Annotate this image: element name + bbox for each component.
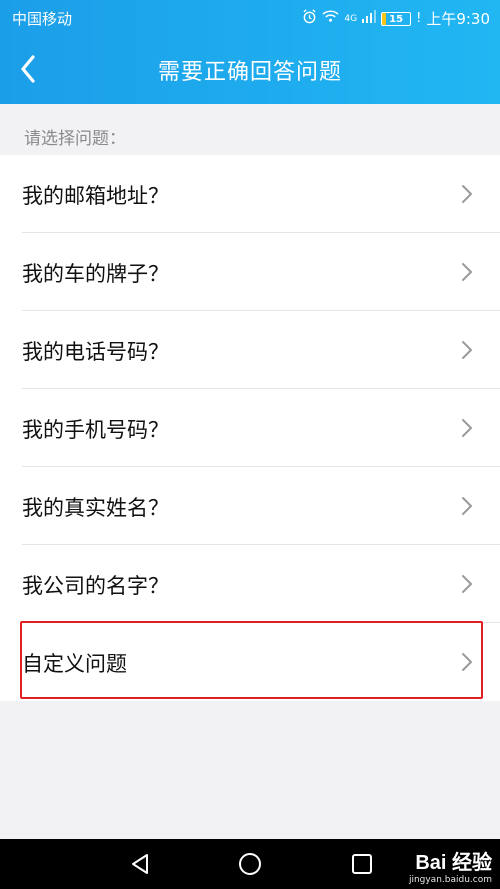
status-icons: 4G 15 ! 上午9:30 [302, 8, 490, 29]
alarm-icon [302, 8, 317, 29]
question-item-company[interactable]: 我公司的名字？ [22, 545, 500, 623]
page-title: 需要正确回答问题 [157, 60, 342, 85]
question-item-phone[interactable]: 我的电话号码？ [22, 311, 500, 389]
question-label: 我的邮箱地址？ [22, 184, 169, 208]
home-circle-icon[interactable] [238, 852, 262, 876]
chevron-right-icon [462, 185, 472, 203]
question-label: 我的车的牌子？ [22, 262, 169, 286]
carrier-name: 中国移动 [12, 10, 73, 28]
header-bar: 需要正确回答问题 [0, 34, 500, 104]
chevron-right-icon [462, 653, 472, 671]
recents-square-icon[interactable] [350, 852, 374, 876]
system-nav-bar: Bai 经验 jingyan.baidu.com [0, 839, 500, 889]
status-bar: 中国移动 4G 15 ! 上午9:30 [0, 0, 500, 34]
chevron-right-icon [462, 419, 472, 437]
watermark: Bai 经验 jingyan.baidu.com [409, 846, 492, 885]
wifi-icon [322, 9, 339, 28]
status-time: 上午9:30 [426, 10, 490, 28]
question-label: 我的手机号码？ [22, 418, 169, 442]
chevron-right-icon [462, 263, 472, 281]
question-item-mobile[interactable]: 我的手机号码？ [22, 389, 500, 467]
network-type-label: 4G [344, 13, 358, 24]
chevron-right-icon [462, 341, 472, 359]
battery-icon: 15 [381, 11, 412, 26]
question-item-real-name[interactable]: 我的真实姓名？ [22, 467, 500, 545]
watermark-sub: jingyan.baidu.com [408, 875, 492, 885]
question-item-car-brand[interactable]: 我的车的牌子？ [22, 233, 500, 311]
battery-warning: ! [416, 10, 422, 26]
battery-level: 15 [389, 13, 404, 25]
question-label: 我公司的名字？ [22, 574, 169, 598]
watermark-main: Bai 经验 [415, 852, 492, 874]
back-triangle-icon[interactable] [128, 852, 152, 876]
chevron-right-icon [462, 575, 472, 593]
section-label: 请选择问题： [24, 129, 126, 149]
question-label: 自定义问题 [22, 652, 127, 676]
signal-icon [362, 9, 377, 28]
question-item-email[interactable]: 我的邮箱地址？ [22, 155, 500, 233]
question-list: 我的邮箱地址？ 我的车的牌子？ 我的电话号码？ 我的手机号码？ 我的真实姓名？ … [0, 155, 500, 701]
chevron-right-icon [462, 497, 472, 515]
question-item-custom[interactable]: 自定义问题 [22, 623, 500, 701]
question-label: 我的真实姓名？ [22, 496, 169, 520]
question-label: 我的电话号码？ [22, 340, 169, 364]
